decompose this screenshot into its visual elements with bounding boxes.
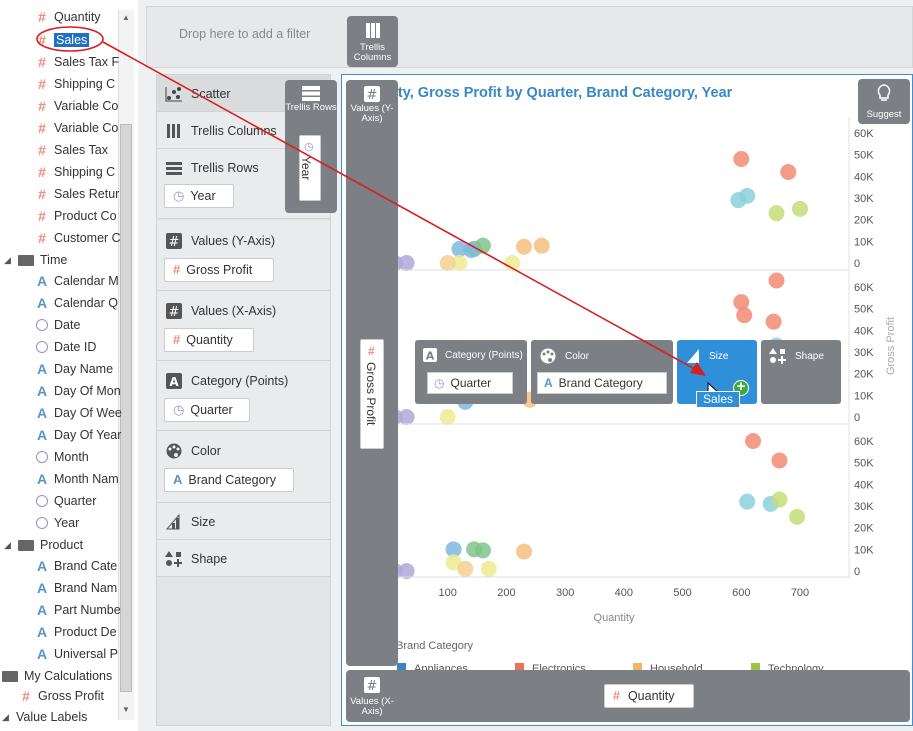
scatter-point[interactable] bbox=[474, 542, 491, 559]
scatter-point[interactable] bbox=[463, 242, 480, 258]
pill-label: Quantity bbox=[627, 689, 675, 703]
measure-icon: # bbox=[368, 344, 375, 358]
drop-zone-label: Category (Points) bbox=[445, 349, 523, 361]
scatter-point[interactable] bbox=[789, 508, 806, 525]
x-tick-label: 400 bbox=[615, 587, 633, 599]
drop-target-label: Values (X-Axis) bbox=[350, 696, 394, 717]
hash-box-icon: # bbox=[364, 677, 380, 693]
scatter-point[interactable] bbox=[765, 313, 782, 330]
y-tick-label: 50K bbox=[854, 458, 874, 470]
pill-label: Gross Profit bbox=[364, 362, 378, 426]
scatter-point[interactable] bbox=[768, 272, 785, 289]
x-tick-label: 200 bbox=[497, 587, 515, 599]
y-tick-label: 30K bbox=[854, 501, 874, 513]
svg-text:A: A bbox=[426, 350, 435, 363]
attribute-icon: A bbox=[544, 376, 553, 390]
y-tick-label: 20K bbox=[854, 215, 874, 227]
y-tick-label: 0 bbox=[854, 566, 860, 578]
quantity-drop-pill[interactable]: # Quantity bbox=[604, 684, 694, 708]
gross-profit-vertical-pill[interactable]: # Gross Profit bbox=[360, 339, 384, 449]
y-tick-label: 60K bbox=[854, 436, 874, 448]
scatter-point[interactable] bbox=[733, 151, 750, 167]
svg-text:#: # bbox=[367, 679, 378, 693]
hash-box-icon: # bbox=[364, 86, 380, 102]
y-tick-label: 50K bbox=[854, 150, 874, 162]
svg-text:#: # bbox=[367, 88, 378, 102]
shape-icon bbox=[769, 348, 786, 364]
scatter-point[interactable] bbox=[504, 255, 521, 271]
scatter-point[interactable] bbox=[439, 255, 456, 271]
legend-title: Brand Category bbox=[396, 640, 474, 652]
scatter-point[interactable] bbox=[792, 200, 808, 217]
drop-zone-label: Color bbox=[565, 350, 589, 362]
color-drop-zone[interactable]: Color A Brand Category bbox=[531, 340, 673, 404]
x-tick-label: 300 bbox=[556, 587, 574, 599]
drop-zone-label: Size bbox=[709, 350, 729, 362]
pill-label: Brand Category bbox=[558, 376, 643, 390]
scatter-point[interactable] bbox=[480, 560, 497, 577]
values-x-drop-target[interactable]: # Values (X-Axis) # Quantity bbox=[346, 670, 910, 722]
values-y-drop-target[interactable]: # Values (Y-Axis) # Gross Profit bbox=[346, 80, 398, 666]
attribute-box-icon: A bbox=[423, 348, 437, 362]
measure-icon: # bbox=[613, 689, 620, 703]
scatter-point[interactable] bbox=[739, 493, 756, 510]
y-tick-label: 20K bbox=[854, 523, 874, 535]
y-tick-label: 40K bbox=[854, 479, 874, 491]
y-tick-label: 40K bbox=[854, 325, 874, 337]
scatter-point[interactable] bbox=[516, 543, 533, 560]
y-tick-label: 10K bbox=[854, 390, 874, 402]
scatter-point[interactable] bbox=[457, 560, 474, 577]
x-tick-label: 100 bbox=[439, 587, 457, 599]
category-drop-zone[interactable]: A Category (Points) ◷ Quarter bbox=[415, 340, 527, 404]
y-tick-label: 0 bbox=[854, 412, 860, 424]
scatter-point[interactable] bbox=[745, 433, 762, 449]
y-axis-title: Gross Profit bbox=[885, 317, 897, 375]
drag-label: Sales bbox=[696, 391, 740, 408]
x-tick-label: 600 bbox=[732, 587, 750, 599]
y-tick-label: 40K bbox=[854, 171, 874, 183]
scatter-point[interactable] bbox=[768, 205, 785, 222]
y-tick-label: 60K bbox=[854, 282, 874, 294]
scatter-point[interactable] bbox=[771, 491, 788, 508]
scatter-point[interactable] bbox=[730, 192, 747, 209]
drop-target-label: Values (Y-Axis) bbox=[350, 103, 394, 124]
shape-drop-zone[interactable]: Shape bbox=[761, 340, 841, 404]
scatter-point[interactable] bbox=[533, 237, 550, 254]
y-tick-label: 20K bbox=[854, 369, 874, 381]
scatter-point[interactable] bbox=[780, 164, 797, 180]
size-icon bbox=[687, 349, 699, 363]
y-tick-label: 60K bbox=[854, 128, 874, 140]
x-tick-label: 700 bbox=[791, 587, 809, 599]
y-tick-label: 30K bbox=[854, 193, 874, 205]
x-tick-label: 500 bbox=[673, 587, 691, 599]
scatter-point[interactable] bbox=[516, 238, 533, 255]
drop-zone-label: Shape bbox=[795, 350, 824, 362]
scatter-point[interactable] bbox=[771, 452, 788, 469]
y-tick-label: 30K bbox=[854, 347, 874, 359]
scatter-point[interactable] bbox=[439, 409, 456, 425]
y-tick-label: 10K bbox=[854, 236, 874, 248]
y-tick-label: 10K bbox=[854, 544, 874, 556]
y-tick-label: 50K bbox=[854, 304, 874, 316]
pill-label: Quarter bbox=[450, 376, 492, 390]
brand-category-drop-pill[interactable]: A Brand Category bbox=[537, 372, 667, 394]
x-axis-title: Quantity bbox=[594, 612, 635, 624]
y-tick-label: 0 bbox=[854, 258, 860, 270]
clock-icon: ◷ bbox=[434, 376, 445, 390]
scatter-point[interactable] bbox=[736, 307, 753, 324]
palette-icon bbox=[540, 348, 556, 364]
quarter-drop-pill[interactable]: ◷ Quarter bbox=[427, 372, 513, 394]
